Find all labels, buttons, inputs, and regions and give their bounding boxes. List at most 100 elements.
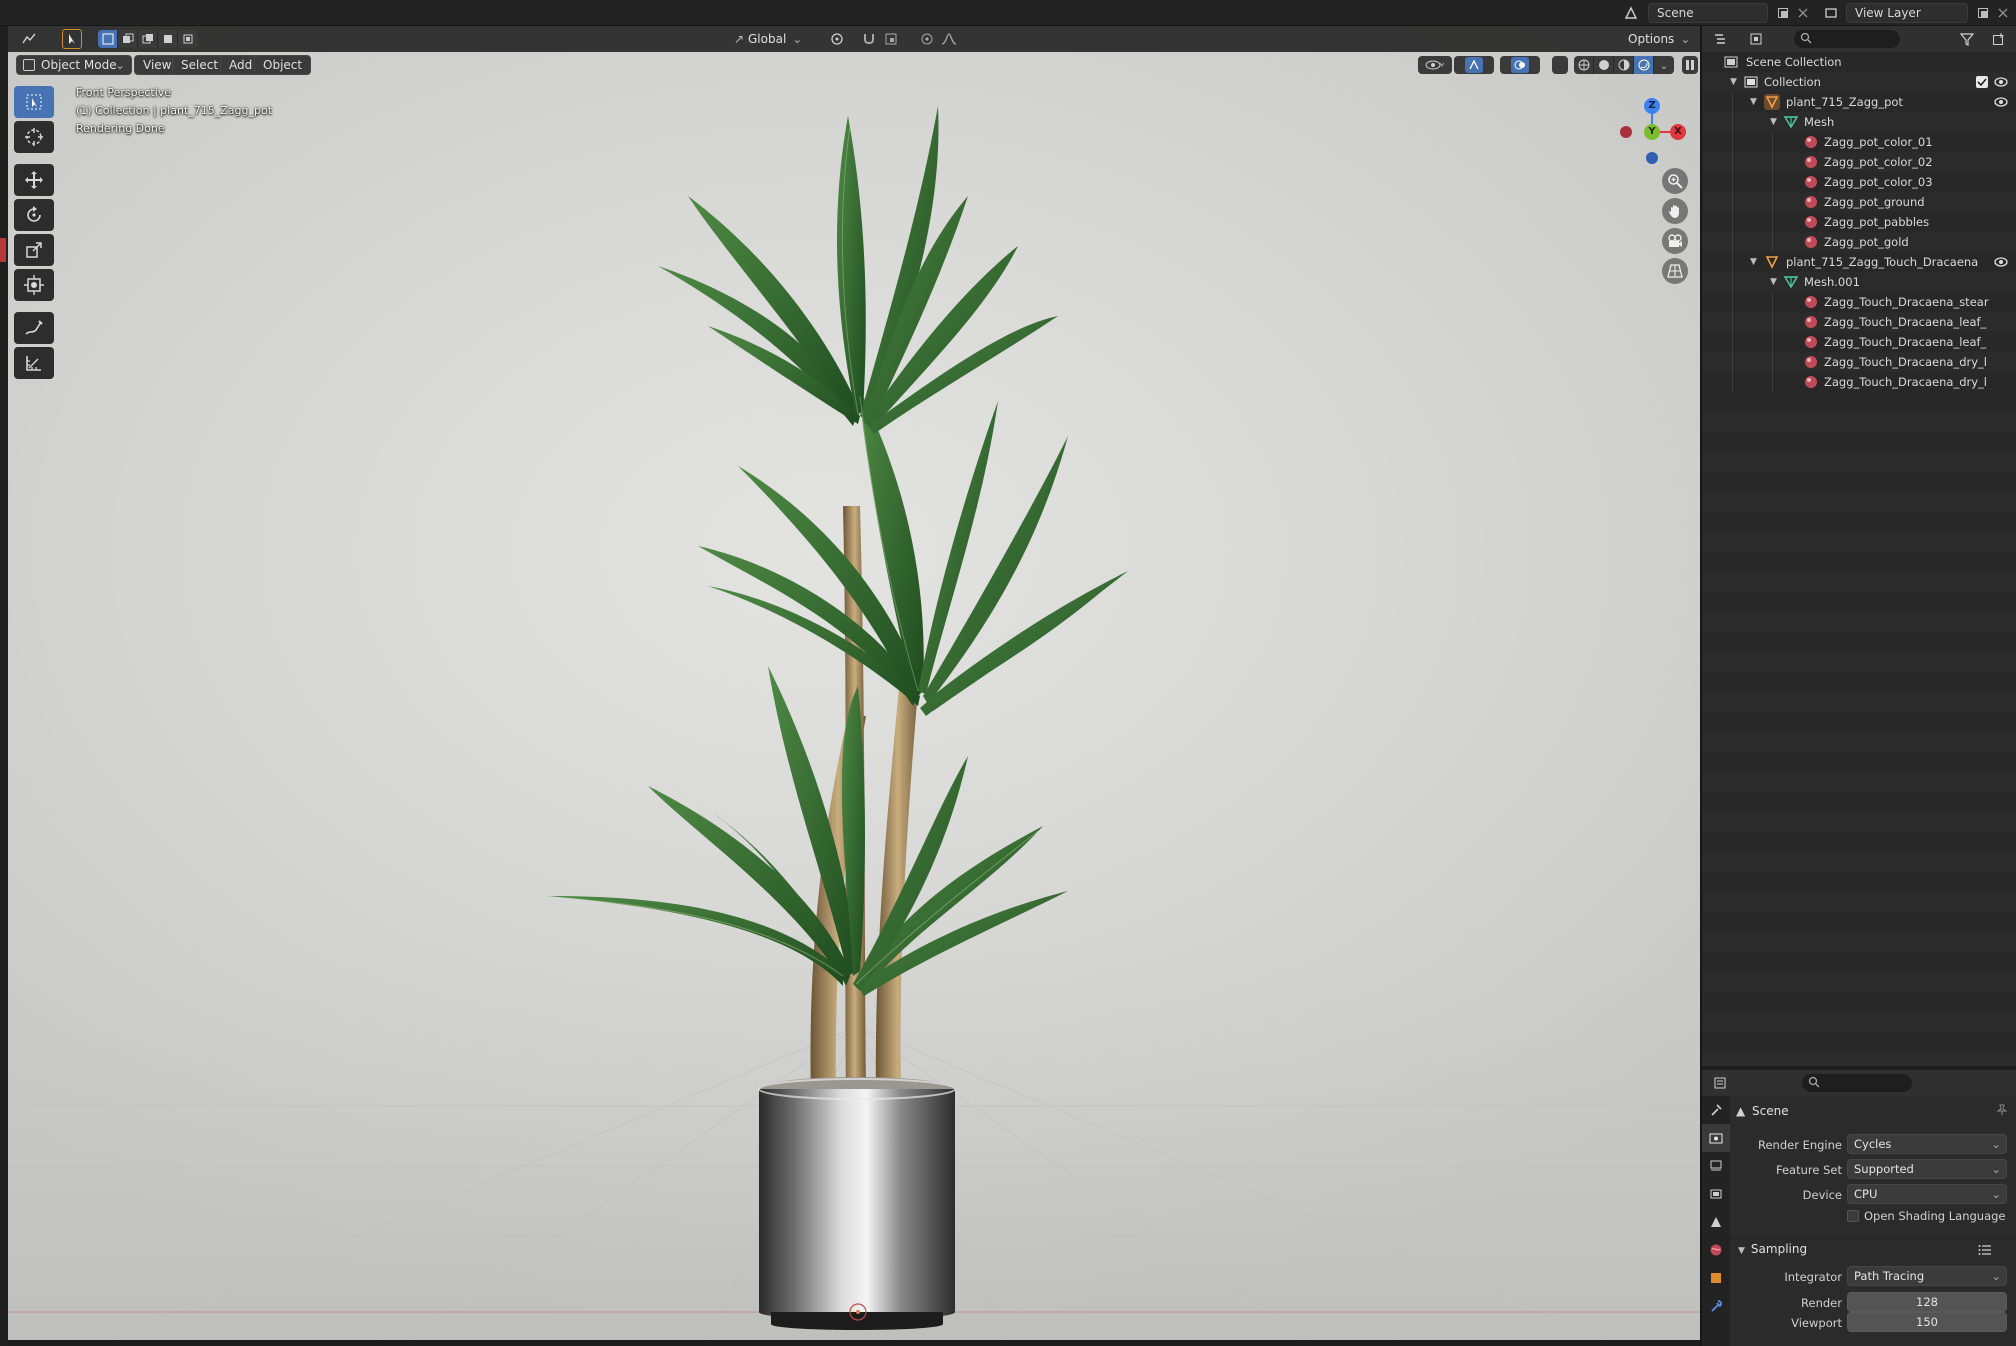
- outliner-search-input[interactable]: [1794, 30, 1900, 48]
- measure-tool[interactable]: [14, 347, 54, 379]
- editor-type-icon[interactable]: [18, 29, 40, 49]
- select-new-icon[interactable]: [98, 30, 118, 48]
- outliner-row-collection[interactable]: ▼ Collection: [1702, 72, 2016, 92]
- close-icon[interactable]: [1992, 3, 2014, 23]
- outliner-row-material[interactable]: Zagg_Touch_Dracaena_leaf_: [1702, 332, 2016, 352]
- snap-target-icon[interactable]: [880, 29, 902, 49]
- outliner-row-material[interactable]: Zagg_pot_pabbles: [1702, 212, 2016, 232]
- world-tab-icon[interactable]: [1702, 1236, 1730, 1264]
- select-subtract-icon[interactable]: [138, 30, 158, 48]
- select-extend-icon[interactable]: [118, 30, 138, 48]
- outliner-row-material[interactable]: Zagg_pot_color_02: [1702, 152, 2016, 172]
- expand-triangle-icon[interactable]: ▼: [1770, 112, 1777, 132]
- outliner-row-material[interactable]: Zagg_Touch_Dracaena_leaf_: [1702, 312, 2016, 332]
- wireframe-shading-icon[interactable]: [1574, 56, 1594, 74]
- exclude-checkbox[interactable]: [1976, 76, 1988, 88]
- 3d-viewport[interactable]: ↗ Global ⌄ Options ⌄ Object Mode ⌄ View Sel…: [8, 26, 1700, 1340]
- xray-toggle-button[interactable]: [1552, 56, 1568, 74]
- expand-triangle-icon[interactable]: ▼: [1770, 272, 1777, 292]
- x-axis-ball[interactable]: X: [1670, 124, 1686, 140]
- outliner-row-material[interactable]: Zagg_pot_ground: [1702, 192, 2016, 212]
- options-menu[interactable]: Options ⌄: [1628, 29, 1690, 49]
- new-collection-icon[interactable]: [1988, 29, 2010, 49]
- proportional-edit-icon[interactable]: [916, 29, 938, 49]
- osl-checkbox[interactable]: [1847, 1210, 1859, 1222]
- properties-search-input[interactable]: [1802, 1074, 1912, 1092]
- pause-render-icon[interactable]: [1682, 56, 1698, 74]
- outliner-row-object[interactable]: ▼ plant_715_Zagg_Touch_Dracaena: [1702, 252, 2016, 272]
- pin-icon[interactable]: [1996, 1104, 2008, 1116]
- outliner-row-scene-collection[interactable]: Scene Collection: [1702, 52, 2016, 72]
- outliner-row-mesh[interactable]: ▼ Mesh: [1702, 112, 2016, 132]
- move-tool[interactable]: [14, 164, 54, 196]
- render-engine-dropdown[interactable]: Cycles ⌄: [1847, 1134, 2007, 1154]
- shading-options-icon[interactable]: ⌄: [1654, 56, 1674, 74]
- eye-icon[interactable]: [1994, 76, 2008, 88]
- integrator-dropdown[interactable]: Path Tracing ⌄: [1847, 1266, 2007, 1286]
- outliner-editor-type-icon[interactable]: [1710, 29, 1732, 49]
- outliner-row-object[interactable]: ▼ plant_715_Zagg_pot: [1702, 92, 2016, 112]
- region-toggle-marker[interactable]: [0, 238, 6, 262]
- view-layer-icon[interactable]: [1820, 3, 1842, 23]
- filter-icon[interactable]: [1956, 29, 1978, 49]
- outliner-row-material[interactable]: Zagg_Touch_Dracaena_dry_l: [1702, 372, 2016, 392]
- outliner-row-material[interactable]: Zagg_pot_color_01: [1702, 132, 2016, 152]
- snap-icon[interactable]: [858, 29, 880, 49]
- tool-tab-icon[interactable]: [1702, 1096, 1730, 1124]
- expand-triangle-icon[interactable]: ▼: [1750, 92, 1757, 112]
- annotate-tool[interactable]: [14, 312, 54, 344]
- outliner-row-material[interactable]: Zagg_Touch_Dracaena_stear: [1702, 292, 2016, 312]
- camera-view-icon[interactable]: [1662, 228, 1688, 254]
- expand-triangle-icon[interactable]: ▼: [1750, 252, 1757, 272]
- eye-icon[interactable]: [1994, 256, 2008, 268]
- visibility-filter-button[interactable]: [1418, 56, 1452, 74]
- select-difference-icon[interactable]: [158, 30, 178, 48]
- zoom-icon[interactable]: [1662, 168, 1688, 194]
- viewport-samples-field[interactable]: 150: [1847, 1312, 2007, 1332]
- transform-orientation[interactable]: ↗ Global ⌄: [734, 29, 824, 49]
- scale-tool[interactable]: [14, 234, 54, 266]
- menu-select[interactable]: Select: [172, 55, 228, 75]
- outliner-row-material[interactable]: Zagg_Touch_Dracaena_dry_l: [1702, 352, 2016, 372]
- solid-shading-icon[interactable]: [1594, 56, 1614, 74]
- display-mode-icon[interactable]: [1746, 29, 1768, 49]
- new-view-layer-icon[interactable]: [1972, 3, 1994, 23]
- scene-selector[interactable]: Scene: [1648, 3, 1768, 23]
- z-axis-ball[interactable]: Z: [1644, 98, 1660, 114]
- eye-icon[interactable]: [1994, 96, 2008, 108]
- scene-tab-icon[interactable]: [1702, 1208, 1730, 1236]
- render-samples-field[interactable]: 128: [1847, 1292, 2007, 1312]
- rotate-tool[interactable]: [14, 199, 54, 231]
- feature-set-dropdown[interactable]: Supported ⌄: [1847, 1159, 2007, 1179]
- transform-orientation-label: Global: [748, 32, 787, 46]
- outliner-row-mesh[interactable]: ▼ Mesh.001: [1702, 272, 2016, 292]
- close-icon[interactable]: [1792, 3, 1814, 23]
- scene-icon[interactable]: [1620, 3, 1642, 23]
- perspective-toggle-icon[interactable]: [1662, 258, 1688, 284]
- y-axis-ball[interactable]: Y: [1644, 124, 1660, 140]
- material-shading-icon[interactable]: [1614, 56, 1634, 74]
- gizmo-toggle-button[interactable]: [1454, 56, 1494, 74]
- pivot-point-icon[interactable]: [826, 29, 848, 49]
- outliner-row-material[interactable]: Zagg_pot_color_03: [1702, 172, 2016, 192]
- transform-tool[interactable]: [14, 269, 54, 301]
- device-dropdown[interactable]: CPU ⌄: [1847, 1184, 2007, 1204]
- view-layer-selector[interactable]: View Layer: [1846, 3, 1968, 23]
- outliner-row-material[interactable]: Zagg_pot_gold: [1702, 232, 2016, 252]
- mesh-label: Mesh.001: [1804, 275, 1860, 289]
- select-box-tool[interactable]: [14, 86, 54, 118]
- new-scene-icon[interactable]: [1772, 3, 1794, 23]
- sampling-panel-header[interactable]: ▼ Sampling: [1738, 1242, 1807, 1256]
- object-mode-dropdown[interactable]: Object Mode ⌄: [16, 55, 132, 75]
- menu-object[interactable]: Object: [254, 55, 312, 75]
- properties-editor-type-icon[interactable]: [1710, 1073, 1732, 1093]
- expand-triangle-icon[interactable]: ▼: [1730, 72, 1737, 92]
- presets-list-icon[interactable]: [1978, 1244, 1992, 1256]
- overlay-toggle-button[interactable]: [1500, 56, 1540, 74]
- cursor-tool[interactable]: [14, 121, 54, 153]
- select-mode-icon[interactable]: [62, 29, 82, 49]
- rendered-shading-icon[interactable]: [1634, 56, 1654, 74]
- pan-hand-icon[interactable]: [1662, 198, 1688, 224]
- falloff-icon[interactable]: [938, 29, 960, 49]
- select-intersect-icon[interactable]: [178, 30, 198, 48]
